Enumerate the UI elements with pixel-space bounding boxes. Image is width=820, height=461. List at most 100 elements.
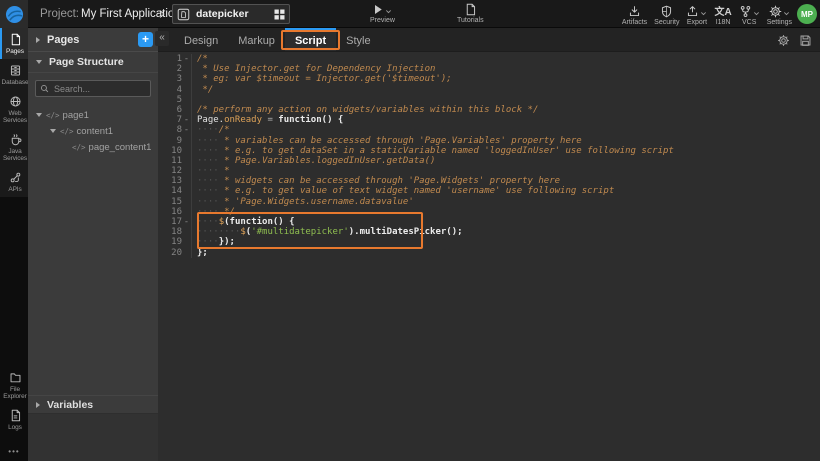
fold-gutter bbox=[182, 248, 192, 258]
pages-panel-header[interactable]: Pages + bbox=[28, 28, 158, 52]
pages-panel-title: Pages bbox=[47, 34, 138, 46]
collapse-panel-button[interactable]: « bbox=[155, 31, 169, 46]
tutorials-button[interactable]: Tutorials bbox=[457, 2, 484, 24]
code-line[interactable]: 19····}); bbox=[158, 237, 820, 247]
code-text: ···· * bbox=[197, 166, 820, 176]
chevron-down-icon[interactable] bbox=[783, 10, 790, 17]
code-text: ····/* bbox=[197, 125, 820, 135]
artifacts-button[interactable]: Artifacts bbox=[622, 4, 647, 26]
tab-markup[interactable]: Markup bbox=[228, 28, 285, 51]
code-line[interactable]: 15···· * 'Page.Widgets.username.datavalu… bbox=[158, 197, 820, 207]
tree-item-page_content1[interactable]: </>page_content1 bbox=[28, 139, 158, 155]
tab-script[interactable]: Script bbox=[285, 28, 336, 51]
script-code-editor[interactable]: 1-/*2 * Use Injector.get for Dependency … bbox=[158, 52, 820, 461]
rail-item-file-explorer[interactable]: File Explorer bbox=[0, 366, 28, 404]
rail-item-label: Web Services bbox=[2, 110, 28, 124]
tree-item-content1[interactable]: </>content1 bbox=[28, 123, 158, 139]
fold-marker-icon[interactable]: - bbox=[182, 217, 192, 227]
security-button[interactable]: Security bbox=[654, 4, 679, 26]
code-text: ····}); bbox=[197, 237, 820, 247]
fold-marker-icon[interactable]: - bbox=[182, 125, 192, 135]
fold-gutter bbox=[182, 186, 192, 196]
page-structure-title: Page Structure bbox=[49, 56, 124, 68]
settings-button[interactable]: Settings bbox=[767, 4, 792, 26]
caret-down-icon[interactable] bbox=[36, 113, 42, 117]
page-structure-header[interactable]: Page Structure bbox=[28, 52, 158, 73]
i18n-button[interactable]: 文AI18N bbox=[714, 4, 731, 26]
code-text: * eg: var $timeout = Injector.get('$time… bbox=[197, 74, 820, 84]
rail-item-logs[interactable]: Logs bbox=[0, 404, 28, 435]
fold-gutter bbox=[182, 85, 192, 95]
code-line[interactable]: 10···· * e.g. to get dataSet in a static… bbox=[158, 146, 820, 156]
rail-item-pages[interactable]: Pages bbox=[0, 28, 28, 59]
code-line[interactable]: 11···· * Page.Variables.loggedInUser.get… bbox=[158, 156, 820, 166]
action-label: Export bbox=[687, 19, 707, 26]
project-label: Project: bbox=[40, 8, 79, 20]
search-input[interactable] bbox=[52, 83, 146, 95]
code-line[interactable]: 5 bbox=[158, 95, 820, 105]
code-line[interactable]: 13···· * widgets can be accessed through… bbox=[158, 176, 820, 186]
rail-item-apis[interactable]: APIs bbox=[0, 166, 28, 197]
open-page-tab[interactable]: datepicker bbox=[172, 4, 290, 24]
variables-header[interactable]: Variables bbox=[28, 395, 158, 414]
vcs-button[interactable]: VCS bbox=[739, 4, 760, 26]
code-line[interactable]: 14···· * e.g. to get value of text widge… bbox=[158, 186, 820, 196]
fold-gutter bbox=[182, 176, 192, 186]
code-line[interactable]: 3 * eg: var $timeout = Injector.get('$ti… bbox=[158, 74, 820, 84]
wavemaker-logo[interactable] bbox=[0, 0, 28, 28]
fold-marker-icon[interactable]: - bbox=[182, 54, 192, 64]
code-text: ···· * e.g. to get value of text widget … bbox=[197, 186, 820, 196]
code-line[interactable]: 2 * Use Injector.get for Dependency Inje… bbox=[158, 64, 820, 74]
tab-design[interactable]: Design bbox=[174, 28, 228, 51]
code-line[interactable]: 16···· */ bbox=[158, 207, 820, 217]
rail-item-databases[interactable]: Databases bbox=[0, 59, 28, 90]
code-line[interactable]: 1-/* bbox=[158, 54, 820, 64]
web-services-icon bbox=[9, 95, 22, 108]
left-navigation-rail: PagesDatabases Web Services Java ServicesA… bbox=[0, 28, 28, 461]
code-line[interactable]: 12···· * bbox=[158, 166, 820, 176]
save-icon[interactable] bbox=[799, 34, 812, 47]
code-line[interactable]: 20}; bbox=[158, 248, 820, 258]
tree-item-label: page1 bbox=[63, 110, 89, 121]
code-line[interactable]: 4 */ bbox=[158, 85, 820, 95]
caret-down-icon[interactable] bbox=[50, 129, 56, 133]
line-number: 10 bbox=[158, 146, 182, 156]
rail-item-java-services[interactable]: Java Services bbox=[0, 128, 28, 166]
chevron-down-icon[interactable] bbox=[700, 10, 707, 17]
code-line[interactable]: 6/* perform any action on widgets/variab… bbox=[158, 105, 820, 115]
add-page-button[interactable]: + bbox=[138, 32, 153, 47]
fold-marker-icon[interactable]: - bbox=[182, 115, 192, 125]
chevron-down-icon[interactable] bbox=[385, 8, 392, 15]
fold-gutter bbox=[182, 74, 192, 84]
security-icon bbox=[660, 5, 673, 18]
chevron-down-icon[interactable] bbox=[753, 10, 760, 17]
rail-item-label: Logs bbox=[8, 424, 22, 431]
code-line[interactable]: 17-····$(function() { bbox=[158, 217, 820, 227]
code-line[interactable]: 7-Page.onReady = function() { bbox=[158, 115, 820, 125]
more-icon[interactable]: ••• bbox=[0, 447, 28, 456]
search-box[interactable] bbox=[35, 80, 151, 97]
code-line[interactable]: 18········$('#multidatepicker').multiDat… bbox=[158, 227, 820, 237]
code-line[interactable]: 9···· * variables can be accessed throug… bbox=[158, 136, 820, 146]
rail-bottom-group: File Explorer Logs bbox=[0, 366, 28, 435]
preview-button[interactable]: Preview bbox=[370, 2, 395, 24]
code-text: /* perform any action on widgets/variabl… bbox=[197, 105, 820, 115]
export-button[interactable]: Export bbox=[686, 4, 707, 26]
editor-settings-gear-icon[interactable] bbox=[777, 34, 790, 47]
line-number: 7 bbox=[158, 115, 182, 125]
tree-item-label: content1 bbox=[77, 126, 113, 137]
grid-icon[interactable] bbox=[270, 9, 285, 20]
rail-item-web-services[interactable]: Web Services bbox=[0, 90, 28, 128]
tab-style[interactable]: Style bbox=[336, 28, 380, 51]
fold-gutter bbox=[182, 64, 192, 74]
top-bar: Project: My First Application datepicker… bbox=[0, 0, 820, 28]
databases-icon bbox=[9, 64, 22, 77]
tree-item-page1[interactable]: </>page1 bbox=[28, 107, 158, 123]
apis-icon bbox=[9, 171, 22, 184]
code-text: Page.onReady = function() { bbox=[197, 115, 820, 125]
page-file-icon bbox=[177, 8, 190, 21]
code-line[interactable]: 8-····/* bbox=[158, 125, 820, 135]
user-avatar[interactable]: MP bbox=[797, 4, 817, 24]
line-number: 5 bbox=[158, 95, 182, 105]
code-text: ········$('#multidatepicker').multiDates… bbox=[197, 227, 820, 237]
